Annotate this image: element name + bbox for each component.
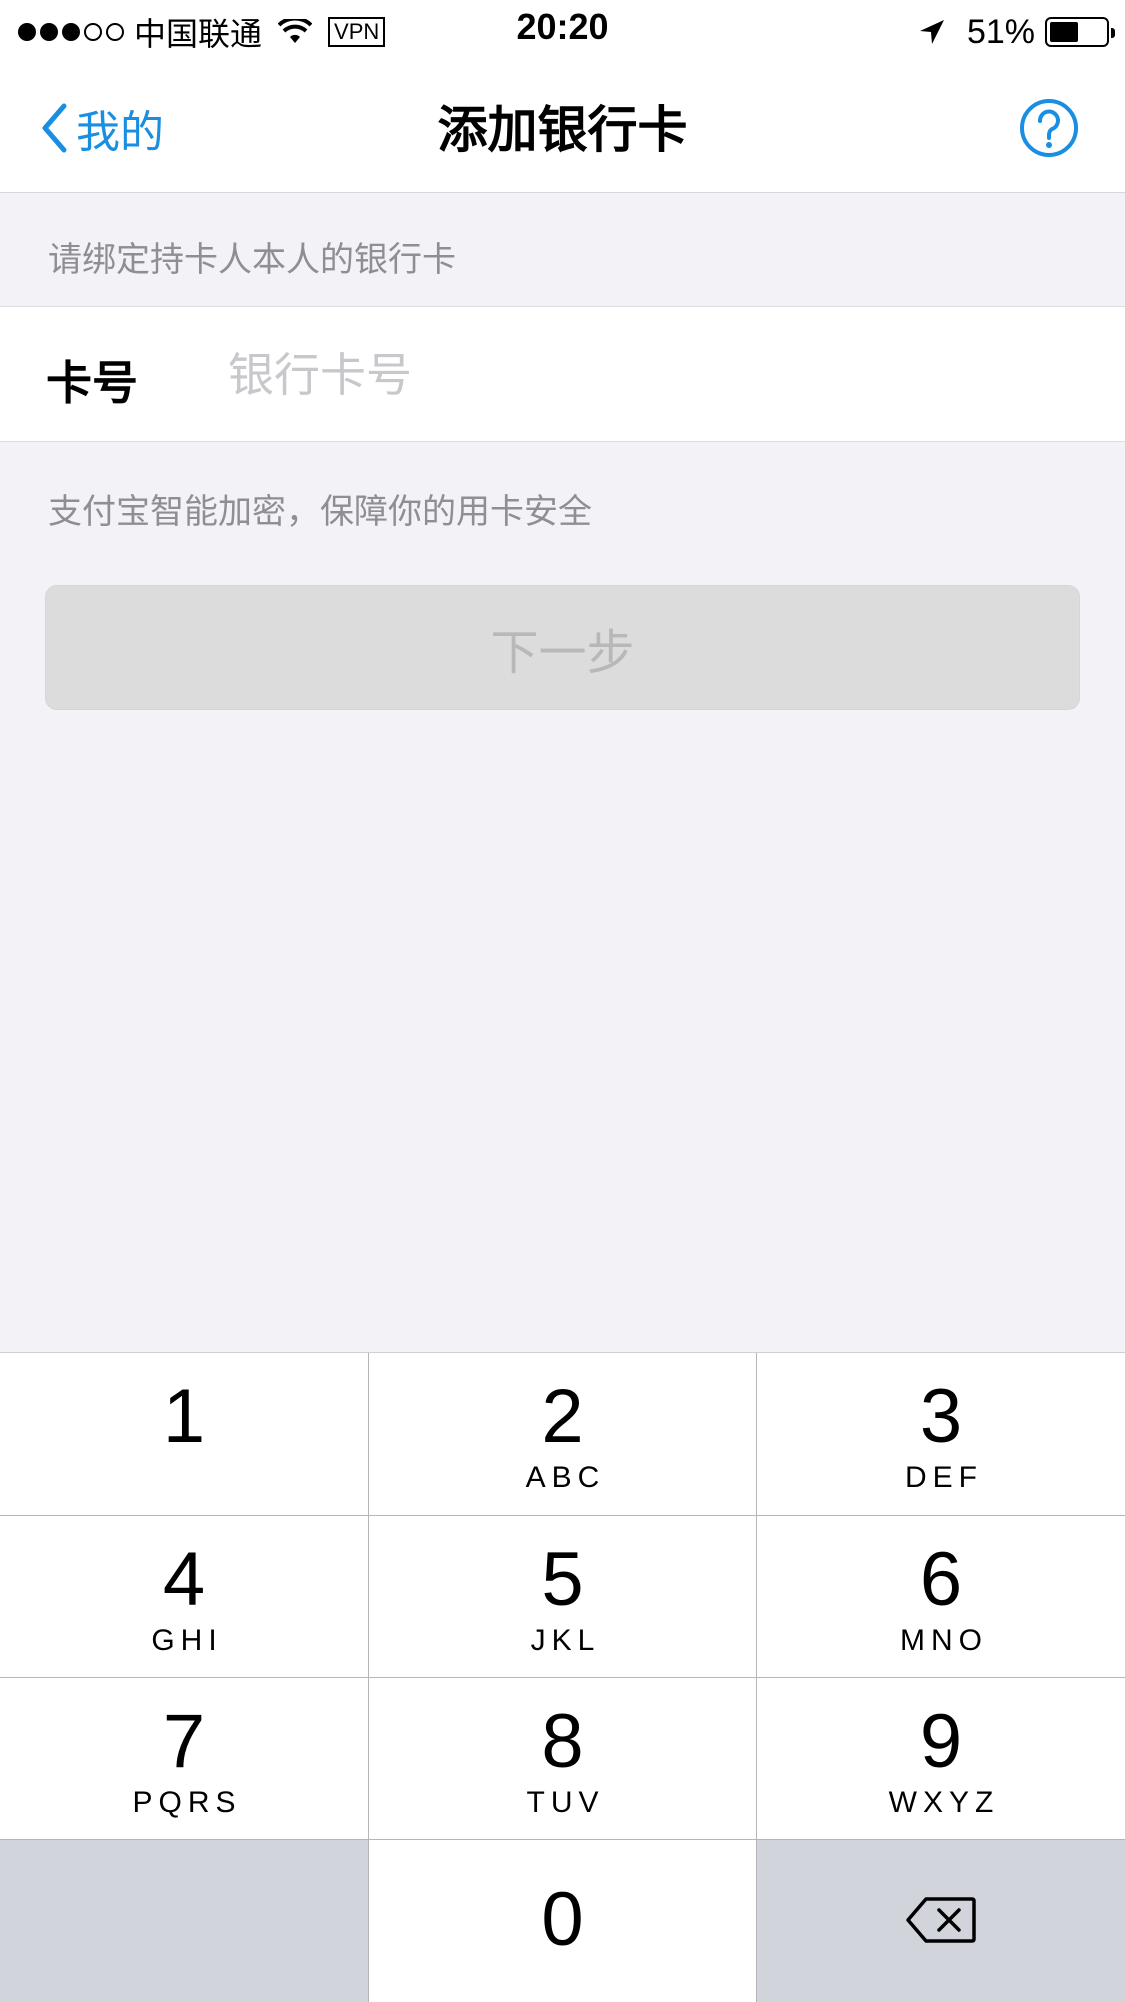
- next-button[interactable]: 下一步: [45, 585, 1080, 710]
- status-bar: 中国联通 VPN 20:20 51%: [0, 0, 1125, 64]
- key-letters: PQRS: [132, 1786, 242, 1819]
- battery-percent: 51%: [966, 12, 1035, 51]
- key-digit: 4: [162, 1537, 206, 1622]
- status-right: 51%: [919, 8, 1115, 56]
- key-letters: GHI: [151, 1624, 223, 1657]
- key-5[interactable]: 5 JKL: [369, 1516, 756, 1677]
- key-6[interactable]: 6 MNO: [757, 1516, 1125, 1677]
- key-digit: 3: [919, 1374, 963, 1459]
- key-letters: DEF: [905, 1461, 983, 1494]
- security-note: 支付宝智能加密，保障你的用卡安全: [48, 492, 592, 532]
- key-7[interactable]: 7 PQRS: [0, 1678, 368, 1839]
- location-arrow-icon: [919, 20, 944, 44]
- key-letters: TUV: [526, 1786, 605, 1819]
- delete-key[interactable]: [757, 1840, 1125, 2002]
- battery-icon: [1045, 17, 1115, 47]
- key-letters: WXYZ: [888, 1786, 1000, 1819]
- key-4[interactable]: 4 GHI: [0, 1516, 368, 1677]
- keypad-divider: [0, 1839, 1125, 1840]
- key-9[interactable]: 9 WXYZ: [757, 1678, 1125, 1839]
- key-0[interactable]: 0: [369, 1840, 756, 2002]
- numeric-keypad: 1 2 ABC 3 DEF 4 GHI 5 JKL 6 MNO 7 PQRS 8…: [0, 1352, 1125, 2002]
- key-8[interactable]: 8 TUV: [369, 1678, 756, 1839]
- key-letters: ABC: [525, 1461, 606, 1494]
- question-circle-icon[interactable]: [1019, 98, 1079, 158]
- key-digit: 9: [919, 1699, 963, 1784]
- key-digit: 5: [541, 1537, 584, 1622]
- key-letters: MNO: [900, 1624, 988, 1657]
- page-title: 添加银行卡: [437, 101, 688, 159]
- key-digit: 1: [162, 1374, 206, 1459]
- card-number-input[interactable]: [226, 331, 1080, 419]
- battery-fill: [1050, 22, 1078, 42]
- nav-bar: 我的 添加银行卡: [0, 64, 1125, 193]
- card-number-label: 卡号: [46, 356, 138, 410]
- key-digit: 8: [541, 1699, 584, 1784]
- key-2[interactable]: 2 ABC: [369, 1353, 756, 1515]
- key-blank: [0, 1840, 368, 2002]
- keypad-divider: [0, 1677, 1125, 1678]
- key-digit: 6: [919, 1537, 963, 1622]
- keypad-divider: [0, 1515, 1125, 1516]
- key-digit: 0: [541, 1877, 584, 1962]
- instruction-text: 请绑定持卡人本人的银行卡: [48, 240, 456, 280]
- key-digit: 2: [541, 1374, 584, 1459]
- key-letters: JKL: [530, 1624, 601, 1657]
- key-3[interactable]: 3 DEF: [757, 1353, 1125, 1515]
- card-number-row: 卡号: [0, 306, 1125, 442]
- key-digit: 7: [162, 1699, 206, 1784]
- key-1[interactable]: 1: [0, 1353, 368, 1515]
- backspace-icon: [906, 1897, 976, 1943]
